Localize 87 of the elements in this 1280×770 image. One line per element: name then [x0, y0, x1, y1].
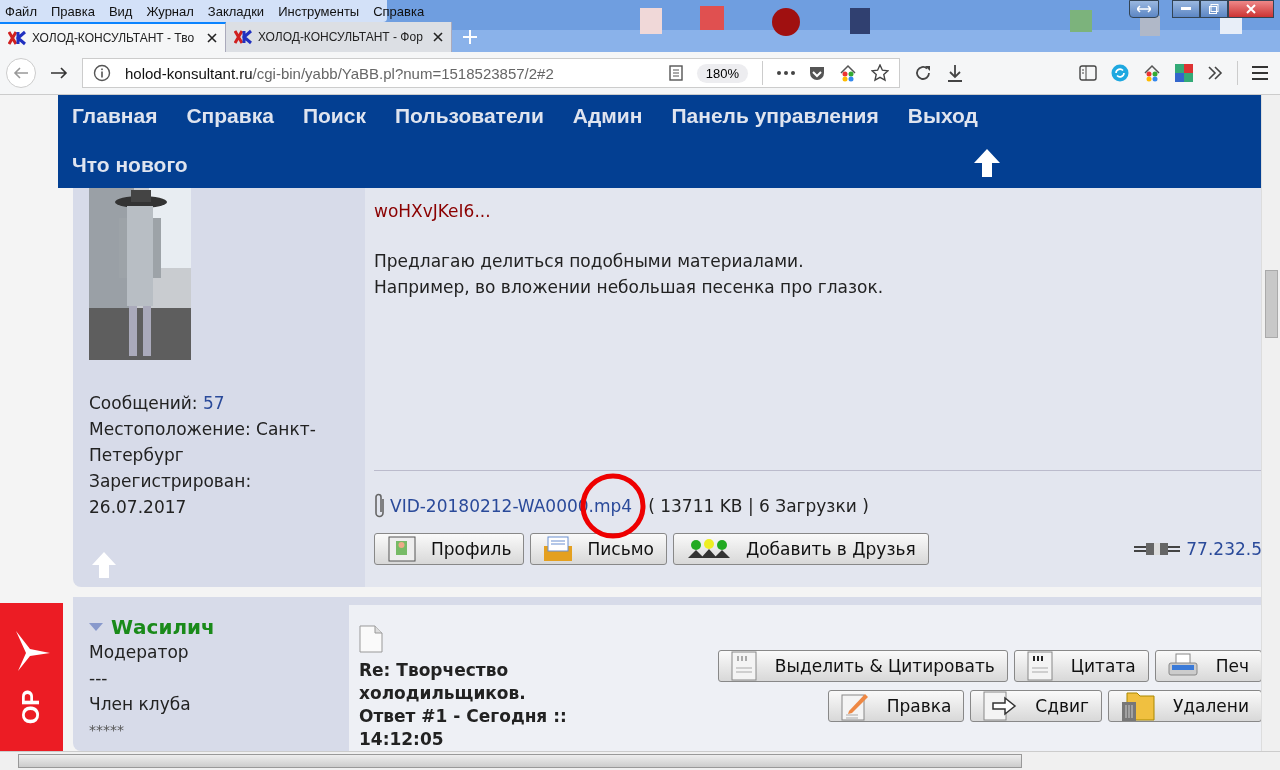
minimize-icon — [1181, 7, 1191, 11]
nav-link[interactable]: Главная — [72, 103, 158, 129]
nav-link[interactable]: Пользователи — [394, 103, 544, 129]
friends-button[interactable]: Добавить в Друзья — [672, 533, 929, 565]
menu-item[interactable]: Инструменты — [278, 3, 360, 19]
printer-icon — [1167, 653, 1198, 679]
rank-stars: ***** — [89, 721, 125, 740]
restore-icon — [1209, 4, 1219, 14]
menu-item[interactable]: Файл — [5, 3, 37, 19]
close-icon[interactable] — [207, 33, 217, 43]
folder-trash-icon — [1120, 690, 1155, 722]
group-text: Член клуба — [89, 693, 192, 716]
menu-item[interactable]: Закладки — [207, 3, 265, 19]
double-arrow-icon — [1137, 5, 1151, 13]
chevron-icon[interactable] — [1207, 66, 1223, 80]
post-title: Re: Творчество холодильщиков. — [359, 659, 527, 705]
resize-button[interactable] — [1129, 0, 1159, 18]
quote-select-button[interactable]: Выделить & Цитировать — [717, 650, 1008, 682]
horizontal-scrollbar[interactable] — [0, 751, 1280, 770]
vertical-scrollbar[interactable] — [1261, 95, 1280, 751]
post-count: Сообщений: 57 — [89, 392, 226, 415]
star-icon[interactable] — [871, 64, 889, 82]
menu-item[interactable]: Журнал — [146, 3, 194, 19]
sidebar-icon[interactable] — [1079, 65, 1097, 81]
reader-view-icon[interactable] — [668, 65, 683, 81]
reload-icon[interactable] — [914, 64, 932, 82]
restore-button[interactable] — [1200, 0, 1228, 18]
back-arrow-icon — [13, 66, 29, 80]
download-icon[interactable] — [946, 64, 964, 82]
move-button[interactable]: Сдвиг — [970, 690, 1102, 722]
home-icon[interactable] — [1143, 64, 1161, 82]
zoom-level[interactable]: 180% — [696, 63, 748, 83]
document-icon — [359, 625, 383, 653]
letter-icon — [543, 536, 574, 562]
menu-item[interactable]: Справка — [373, 3, 425, 19]
quote-icon — [730, 651, 757, 681]
minimize-button[interactable] — [1172, 0, 1200, 18]
plus-icon[interactable] — [462, 29, 478, 45]
close-icon — [1246, 4, 1256, 14]
forward-arrow-icon[interactable] — [50, 66, 68, 80]
rank-text: Модератор — [89, 641, 190, 664]
nav-link[interactable]: Поиск — [302, 103, 366, 129]
site-logo-icon — [8, 30, 26, 46]
quote-icon — [1026, 651, 1053, 681]
side-badge[interactable]: OP — [0, 603, 63, 751]
url-text: holod-konsultant.ru/cgi-bin/yabb/YaBB.pl?num=1518523857/2#2 — [125, 64, 554, 82]
quote-button[interactable]: Цитата — [1013, 650, 1149, 682]
delete-button[interactable]: Удалени — [1107, 690, 1262, 722]
registered-date: 26.07.2017 — [89, 496, 188, 519]
attachment-info: ( 13711 KB | 6 Загрузки ) — [648, 496, 869, 516]
ip-address[interactable]: 77.232.5 — [1186, 539, 1262, 559]
close-button[interactable] — [1228, 0, 1274, 18]
nav-link[interactable]: Панель управления — [671, 103, 879, 129]
message-text: Например, во вложении небольшая песенка про глазок. — [374, 276, 885, 299]
paperclip-icon — [374, 493, 386, 519]
video-link[interactable]: woHXvJKeI6... — [374, 198, 1262, 224]
address-bar[interactable]: holod-konsultant.ru/cgi-bin/yabb/YaBB.pl?num=1518523857/2#2 180% — [82, 58, 900, 88]
pencil-document-icon — [840, 691, 869, 721]
sync-icon[interactable] — [1111, 64, 1129, 82]
up-arrow-icon[interactable] — [972, 148, 1001, 178]
browser-tab[interactable]: ХОЛОД-КОНСУЛЬТАНТ - Тво — [0, 22, 226, 52]
profile-button[interactable]: Профиль — [374, 533, 525, 565]
menu-item[interactable]: Вид — [108, 3, 133, 19]
home-icon[interactable] — [839, 64, 857, 82]
info-icon — [93, 64, 111, 82]
message-text: Предлагаю делиться подобными материалами. — [374, 250, 805, 273]
nav-link[interactable]: Что нового — [72, 152, 188, 178]
edit-button[interactable]: Правка — [827, 690, 965, 722]
more-icon[interactable] — [777, 71, 795, 75]
pocket-icon[interactable] — [809, 65, 825, 81]
network-cable-icon — [1134, 542, 1181, 556]
location-text: Местоположение: Санкт-Петербург — [89, 418, 317, 467]
close-icon[interactable] — [433, 32, 443, 42]
arrow-document-icon — [983, 691, 1018, 721]
address-book-icon — [387, 536, 417, 562]
registered-label: Зарегистрирован: — [89, 470, 253, 493]
browser-tab[interactable]: ХОЛОД-КОНСУЛЬТАНТ - Фор — [226, 22, 452, 52]
mail-button[interactable]: Письмо — [530, 533, 667, 565]
site-logo-icon — [234, 29, 252, 45]
nav-link[interactable]: Выход — [907, 103, 978, 129]
menu-icon[interactable] — [1252, 66, 1268, 80]
nav-link[interactable]: Админ — [572, 103, 643, 129]
print-button[interactable]: Печ — [1154, 650, 1262, 682]
separator-text: --- — [89, 667, 109, 690]
nav-link[interactable]: Справка — [186, 103, 274, 129]
menu-item[interactable]: Правка — [50, 3, 95, 19]
post-meta: Ответ #1 - Сегодня :: 14:12:05 — [359, 705, 568, 751]
